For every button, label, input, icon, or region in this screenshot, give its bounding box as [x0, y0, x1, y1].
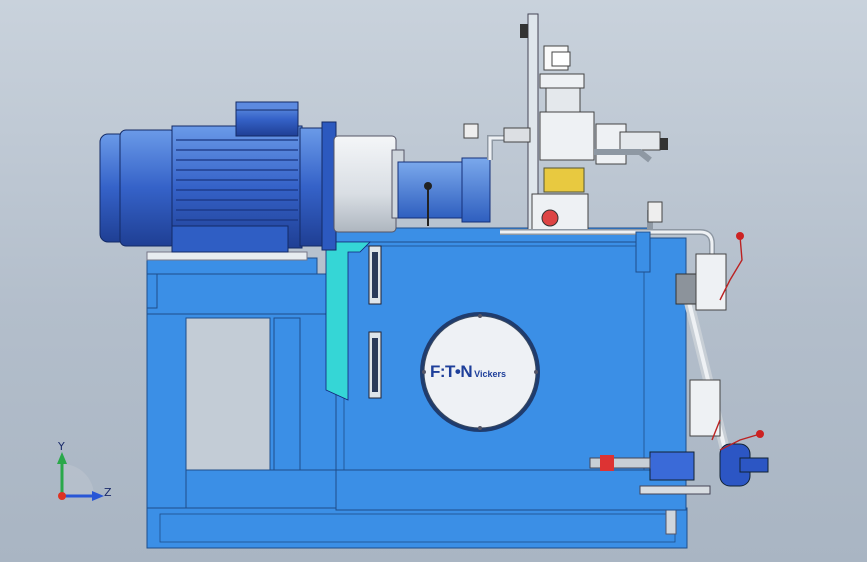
- level-gauge-upper[interactable]: [368, 245, 382, 305]
- electric-motor[interactable]: [99, 101, 337, 253]
- valve-stack[interactable]: [531, 45, 661, 235]
- cad-viewport[interactable]: F:T•N Vickers Y Z: [0, 0, 867, 562]
- wire-terminal: [756, 430, 764, 438]
- coordinate-triad-icon[interactable]: Y Z: [48, 440, 118, 510]
- y-axis-label: Y: [58, 440, 65, 453]
- eaton-vickers-logo: F:T•N Vickers: [430, 362, 530, 382]
- motor-support-frame[interactable]: [146, 251, 338, 509]
- bell-housing[interactable]: [333, 135, 405, 233]
- level-gauge-lower[interactable]: [368, 331, 382, 399]
- logo-brand: F:T•N: [430, 362, 473, 381]
- hydraulic-unit-model[interactable]: [0, 0, 867, 562]
- z-axis-label: Z: [104, 486, 112, 499]
- logo-sub: Vickers: [474, 369, 507, 379]
- panel-bracket: [520, 24, 528, 38]
- wire-terminal: [736, 232, 744, 240]
- hydraulic-pump[interactable]: [397, 157, 491, 226]
